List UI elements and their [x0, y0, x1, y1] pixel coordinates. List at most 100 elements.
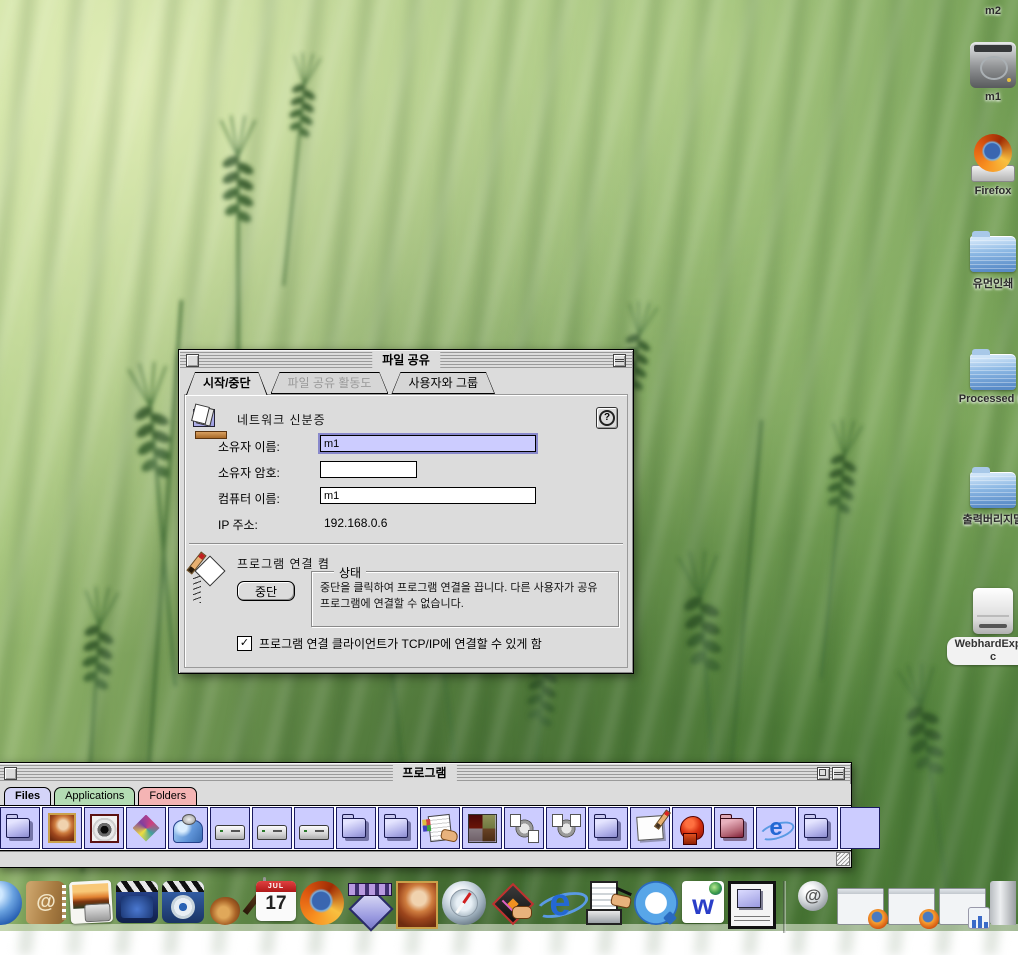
- launcher-zoom-box[interactable]: [817, 767, 830, 780]
- launcher-tab-strip: FilesApplicationsFolders: [0, 784, 851, 805]
- folder-classic-icon: [341, 813, 371, 843]
- desktop-icon-folder-output[interactable]: 출력버리지말: [954, 464, 1018, 527]
- close-box[interactable]: [186, 354, 199, 367]
- dock-blue-sphere-icon[interactable]: [0, 881, 22, 925]
- launcher-window: 프로그램 FilesApplicationsFolders e: [0, 762, 852, 868]
- dock-separator: [783, 881, 786, 933]
- grinder-b-icon: [552, 814, 581, 843]
- dock-diamond-filmstrip-icon[interactable]: [348, 881, 392, 925]
- desktop-icon-folder-processed[interactable]: Processed In: [954, 346, 1018, 405]
- launcher-titlebar[interactable]: 프로그램: [0, 764, 850, 783]
- dock-internet-explorer-icon[interactable]: e: [538, 881, 582, 925]
- tcpip-checkbox[interactable]: [237, 636, 252, 651]
- tab-applications[interactable]: Applications: [54, 787, 135, 805]
- launcher-button-folder-classic[interactable]: [336, 807, 376, 849]
- firefox-badge: [868, 909, 888, 929]
- drive-classic-icon: [299, 825, 329, 840]
- tab-file-sharing-activity-label: 파일 공유 활동도: [272, 373, 388, 393]
- tab-start-stop[interactable]: 시작/중단: [186, 372, 268, 395]
- calendar-day: 17: [256, 893, 296, 915]
- launcher-button-folder-classic[interactable]: [0, 807, 40, 849]
- launcher-button-empty[interactable]: [840, 807, 880, 849]
- notepad-pencil-icon: [636, 815, 664, 841]
- launcher-button-palette-diamond[interactable]: [126, 807, 166, 849]
- dock-window-thumb-icon[interactable]: [888, 888, 935, 925]
- grinder-a-icon: [510, 814, 539, 843]
- launcher-button-notepad-pencil[interactable]: [630, 807, 670, 849]
- launcher-collapse-box[interactable]: [832, 767, 845, 780]
- tab-files[interactable]: Files: [4, 787, 51, 805]
- section-divider: [189, 543, 623, 545]
- desktop-icon-label: m2: [985, 5, 1001, 17]
- launcher-button-drive-classic[interactable]: [210, 807, 250, 849]
- desktop-icon-m1-drive[interactable]: m1: [954, 42, 1018, 103]
- dock-diamond-palette-icon[interactable]: [490, 881, 534, 925]
- computer-name-field[interactable]: [320, 487, 536, 504]
- launcher-button-red-creature[interactable]: [672, 807, 712, 849]
- dock-window-thumb-icon[interactable]: [837, 888, 884, 925]
- tab-start-stop-label: 시작/중단: [187, 373, 267, 395]
- launcher-close-box[interactable]: [4, 767, 17, 780]
- desktop-icon-label: WebhardExploc: [947, 637, 1018, 665]
- launcher-button-folder-classic[interactable]: [588, 807, 628, 849]
- dock-safari-icon[interactable]: [442, 881, 486, 925]
- dock-folder-frame-icon[interactable]: [728, 881, 776, 929]
- white-drive-icon: [973, 588, 1013, 634]
- ip-address-label: IP 주소:: [218, 516, 258, 533]
- launcher-button-quad-image[interactable]: [462, 807, 502, 849]
- desktop-icon-webhard-explorer[interactable]: WebhardExploc: [954, 588, 1018, 665]
- dock-print-doc-hand-icon[interactable]: [586, 881, 630, 925]
- calendar-month: JUL: [256, 881, 296, 892]
- collapse-box[interactable]: [613, 354, 626, 367]
- stop-button[interactable]: 중단: [237, 581, 295, 601]
- dock-firefox-icon[interactable]: [300, 881, 344, 925]
- desktop-icon-label: Processed In: [959, 393, 1018, 405]
- help-button[interactable]: ?: [596, 407, 618, 429]
- launcher-button-ie-logo[interactable]: e: [756, 807, 796, 849]
- launcher-button-row: e: [0, 805, 851, 851]
- folder-maroon-icon: [719, 813, 749, 843]
- dock-quicktime-icon[interactable]: [634, 881, 678, 925]
- internet-explorer-glyph: e: [538, 881, 582, 925]
- launcher-button-blue-machine[interactable]: [168, 807, 208, 849]
- tab-file-sharing-activity[interactable]: 파일 공유 활동도: [271, 372, 389, 394]
- dock-window-thumb-icon[interactable]: [939, 888, 986, 925]
- launcher-button-folder-classic[interactable]: [798, 807, 838, 849]
- owner-password-field[interactable]: [320, 461, 417, 478]
- launcher-button-drive-classic[interactable]: [294, 807, 334, 849]
- dock-imovie-icon[interactable]: [116, 881, 158, 923]
- launcher-button-folder-classic[interactable]: [378, 807, 418, 849]
- tab-folders[interactable]: Folders: [138, 787, 197, 805]
- dock-ical-icon[interactable]: JUL17: [256, 881, 296, 921]
- tcpip-checkbox-label: 프로그램 연결 클라이언트가 TCP/IP에 연결할 수 있게 함: [259, 635, 542, 652]
- dock-idvd-icon[interactable]: [162, 881, 204, 923]
- launcher-button-eye-photo[interactable]: [84, 807, 124, 849]
- file-sharing-titlebar[interactable]: 파일 공유: [180, 351, 632, 370]
- tab-users-groups[interactable]: 사용자와 그룹: [391, 372, 495, 394]
- folder-classic-icon: [803, 813, 833, 843]
- launcher-button-folder-maroon[interactable]: [714, 807, 754, 849]
- dock-iphoto-icon[interactable]: [69, 880, 113, 924]
- launcher-button-venus-painting[interactable]: [42, 807, 82, 849]
- dock-w-globe-icon[interactable]: w: [682, 881, 724, 923]
- harddrive-icon: [970, 42, 1016, 88]
- venus-painting-icon: [48, 813, 76, 843]
- launcher-button-grinder-a[interactable]: [504, 807, 544, 849]
- launcher-button-grinder-b[interactable]: [546, 807, 586, 849]
- launcher-button-drive-classic[interactable]: [252, 807, 292, 849]
- owner-name-field[interactable]: [320, 435, 536, 452]
- dock-venus-painting-icon[interactable]: [396, 881, 438, 929]
- computer-name-label: 컴퓨터 이름:: [218, 490, 280, 507]
- resize-grip[interactable]: [836, 852, 850, 866]
- dock-address-book-icon[interactable]: @: [26, 881, 66, 924]
- desktop-icon-folder-1[interactable]: 유먼인쇄: [954, 228, 1018, 291]
- ip-address-value: 192.168.0.6: [324, 516, 387, 530]
- dock-at-spring-icon[interactable]: @: [793, 881, 833, 927]
- folder-classic-icon: [383, 813, 413, 843]
- launcher-button-printer-hand-doc[interactable]: [420, 807, 460, 849]
- dock-garageband-icon[interactable]: [208, 881, 252, 925]
- desktop-icon-m2[interactable]: m2: [954, 2, 1018, 17]
- chart-badge: [968, 907, 990, 929]
- dock-trash-icon[interactable]: [990, 881, 1016, 925]
- desktop-icon-firefox-disk[interactable]: Firefox: [954, 134, 1018, 197]
